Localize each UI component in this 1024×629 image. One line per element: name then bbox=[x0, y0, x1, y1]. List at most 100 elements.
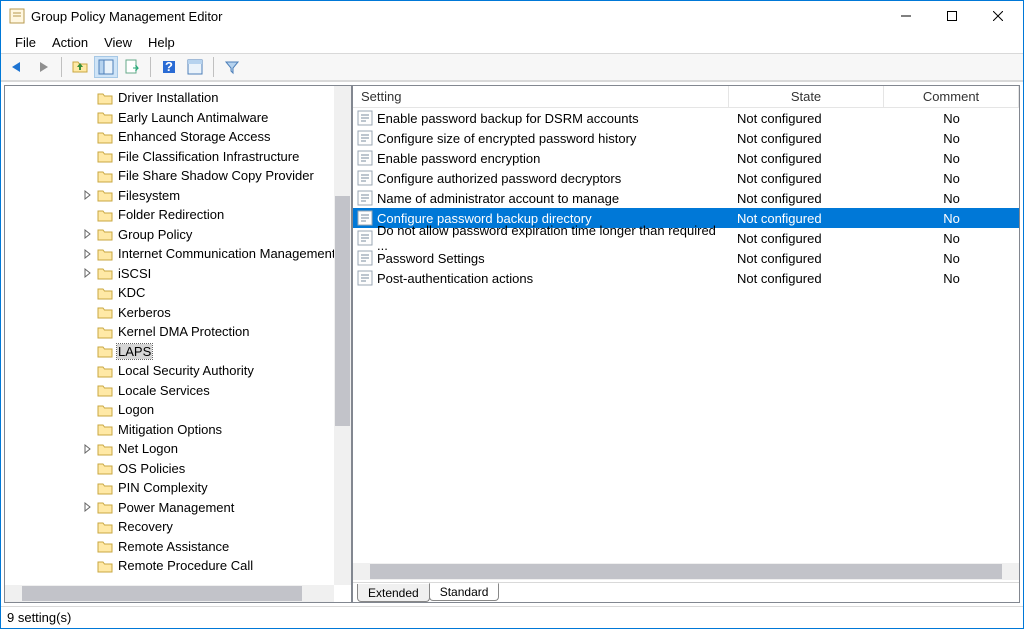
forward-button[interactable] bbox=[31, 56, 55, 78]
expander-icon[interactable] bbox=[83, 502, 93, 512]
menu-action[interactable]: Action bbox=[44, 33, 96, 52]
menu-help[interactable]: Help bbox=[140, 33, 183, 52]
tree-item-label: Kernel DMA Protection bbox=[117, 324, 251, 339]
folder-icon bbox=[97, 149, 113, 163]
tree-item-label: Locale Services bbox=[117, 383, 211, 398]
tree-item[interactable]: Local Security Authority bbox=[5, 361, 351, 381]
help-button[interactable]: ? bbox=[157, 56, 181, 78]
tree-item[interactable]: Internet Communication Management bbox=[5, 244, 351, 264]
tree-item[interactable]: Locale Services bbox=[5, 381, 351, 401]
tree-item[interactable]: LAPS bbox=[5, 342, 351, 362]
tab-extended[interactable]: Extended bbox=[357, 584, 430, 602]
list-row[interactable]: Name of administrator account to manageN… bbox=[353, 188, 1019, 208]
tree-item-label: Logon bbox=[117, 402, 155, 417]
properties-button[interactable] bbox=[183, 56, 207, 78]
tree-item[interactable]: KDC bbox=[5, 283, 351, 303]
expander-icon[interactable] bbox=[83, 190, 93, 200]
list-body[interactable]: Enable password backup for DSRM accounts… bbox=[353, 108, 1019, 563]
setting-state: Not configured bbox=[729, 211, 884, 226]
setting-state: Not configured bbox=[729, 111, 884, 126]
tree-item[interactable]: Driver Installation bbox=[5, 88, 351, 108]
tree-horizontal-scrollbar[interactable] bbox=[5, 585, 334, 602]
setting-name: Do not allow password expiration time lo… bbox=[377, 223, 729, 253]
column-comment[interactable]: Comment bbox=[884, 86, 1019, 107]
column-state[interactable]: State bbox=[729, 86, 884, 107]
tree-item-label: Mitigation Options bbox=[117, 422, 223, 437]
list-row[interactable]: Configure authorized password decryptors… bbox=[353, 168, 1019, 188]
tree-item[interactable]: Kerberos bbox=[5, 303, 351, 323]
tree-item[interactable]: Filesystem bbox=[5, 186, 351, 206]
svg-text:?: ? bbox=[165, 59, 173, 74]
tree-item-label: File Classification Infrastructure bbox=[117, 149, 300, 164]
tree-list[interactable]: Driver Installation Early Launch Antimalw… bbox=[5, 86, 351, 576]
tree-vertical-scrollbar[interactable] bbox=[334, 86, 351, 585]
close-button[interactable] bbox=[975, 2, 1021, 30]
tree-item[interactable]: Recovery bbox=[5, 517, 351, 537]
setting-name: Enable password encryption bbox=[377, 151, 540, 166]
tree-item[interactable]: File Classification Infrastructure bbox=[5, 147, 351, 167]
tree-item[interactable]: Kernel DMA Protection bbox=[5, 322, 351, 342]
show-hide-tree-button[interactable] bbox=[94, 56, 118, 78]
column-setting[interactable]: Setting bbox=[353, 86, 729, 107]
list-row[interactable]: Configure size of encrypted password his… bbox=[353, 128, 1019, 148]
tree-item[interactable]: Enhanced Storage Access bbox=[5, 127, 351, 147]
back-button[interactable] bbox=[5, 56, 29, 78]
setting-name: Configure size of encrypted password his… bbox=[377, 131, 636, 146]
tree-item-label: Filesystem bbox=[117, 188, 181, 203]
tree-item-label: Local Security Authority bbox=[117, 363, 255, 378]
menu-file[interactable]: File bbox=[7, 33, 44, 52]
tree-item[interactable]: OS Policies bbox=[5, 459, 351, 479]
folder-icon bbox=[97, 403, 113, 417]
setting-name: Name of administrator account to manage bbox=[377, 191, 619, 206]
setting-name: Enable password backup for DSRM accounts bbox=[377, 111, 639, 126]
setting-state: Not configured bbox=[729, 271, 884, 286]
tab-standard[interactable]: Standard bbox=[429, 583, 500, 601]
setting-comment: No bbox=[884, 131, 1019, 146]
tree-item[interactable]: iSCSI bbox=[5, 264, 351, 284]
tree-item[interactable]: Remote Assistance bbox=[5, 537, 351, 557]
tree-item[interactable]: Remote Procedure Call bbox=[5, 556, 351, 576]
folder-icon bbox=[97, 383, 113, 397]
menu-view[interactable]: View bbox=[96, 33, 140, 52]
tree-item[interactable]: Group Policy bbox=[5, 225, 351, 245]
list-header: Setting State Comment bbox=[353, 86, 1019, 108]
details-horizontal-scrollbar[interactable] bbox=[353, 563, 1019, 580]
tree-item-label: Recovery bbox=[117, 519, 174, 534]
up-folder-button[interactable] bbox=[68, 56, 92, 78]
tree-item[interactable]: Power Management bbox=[5, 498, 351, 518]
expander-icon[interactable] bbox=[83, 249, 93, 259]
tree-item[interactable]: Net Logon bbox=[5, 439, 351, 459]
minimize-button[interactable] bbox=[883, 2, 929, 30]
tree-item-label: Group Policy bbox=[117, 227, 193, 242]
list-row[interactable]: Enable password encryption Not configured… bbox=[353, 148, 1019, 168]
folder-icon bbox=[97, 539, 113, 553]
expander-icon[interactable] bbox=[83, 444, 93, 454]
expander-icon[interactable] bbox=[83, 268, 93, 278]
setting-comment: No bbox=[884, 111, 1019, 126]
tree-item[interactable]: Folder Redirection bbox=[5, 205, 351, 225]
list-row[interactable]: Post-authentication actions Not configure… bbox=[353, 268, 1019, 288]
folder-icon bbox=[97, 247, 113, 261]
folder-icon bbox=[97, 422, 113, 436]
expander-icon[interactable] bbox=[83, 229, 93, 239]
tree-item[interactable]: Early Launch Antimalware bbox=[5, 108, 351, 128]
filter-button[interactable] bbox=[220, 56, 244, 78]
app-icon bbox=[9, 8, 25, 24]
setting-name: Post-authentication actions bbox=[377, 271, 533, 286]
tree-item[interactable]: Mitigation Options bbox=[5, 420, 351, 440]
folder-icon bbox=[97, 442, 113, 456]
list-row[interactable]: Enable password backup for DSRM accounts… bbox=[353, 108, 1019, 128]
list-row[interactable]: Do not allow password expiration time lo… bbox=[353, 228, 1019, 248]
tree-item[interactable]: PIN Complexity bbox=[5, 478, 351, 498]
setting-name: Configure authorized password decryptors bbox=[377, 171, 621, 186]
export-list-button[interactable] bbox=[120, 56, 144, 78]
list-row[interactable]: Password SettingsNot configuredNo bbox=[353, 248, 1019, 268]
tree-item-label: iSCSI bbox=[117, 266, 152, 281]
tree-item-label: Driver Installation bbox=[117, 90, 219, 105]
setting-icon bbox=[357, 250, 373, 266]
setting-state: Not configured bbox=[729, 151, 884, 166]
maximize-button[interactable] bbox=[929, 2, 975, 30]
details-pane: Setting State Comment Enable password ba… bbox=[352, 85, 1020, 603]
tree-item[interactable]: File Share Shadow Copy Provider bbox=[5, 166, 351, 186]
tree-item[interactable]: Logon bbox=[5, 400, 351, 420]
